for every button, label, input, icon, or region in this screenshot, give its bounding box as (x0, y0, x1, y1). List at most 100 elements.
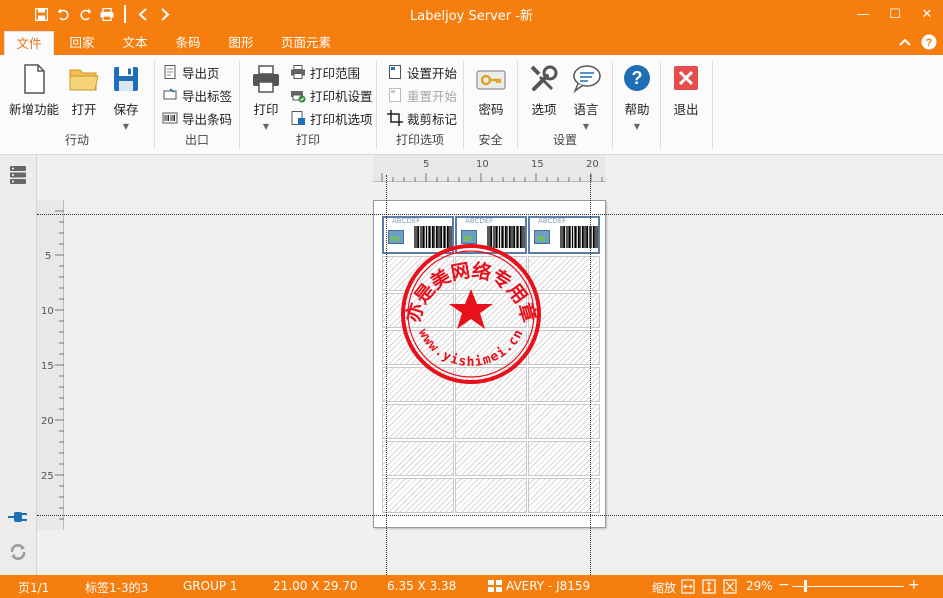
star-icon (449, 289, 493, 329)
folder-icon (68, 63, 100, 95)
status-labels: 标签1-3的3 (85, 581, 149, 595)
password-button[interactable]: 密码 (471, 63, 511, 118)
empty-label-cell[interactable] (455, 478, 527, 513)
barcode-icon (162, 110, 178, 126)
save-disk-icon (110, 63, 142, 95)
minimize-button[interactable]: — (847, 0, 879, 29)
crop-marks-button[interactable]: 裁剪标记 (387, 108, 457, 128)
export-page-button[interactable]: 导出页 (162, 62, 220, 82)
status-group: GROUP 1 (183, 579, 238, 593)
ruler-number: 5 (423, 159, 430, 170)
language-bubble-icon (570, 63, 602, 95)
group-label-action: 行动 (64, 133, 89, 147)
save-button[interactable]: 保存 ▼ (106, 63, 146, 131)
actual-size-icon[interactable] (723, 579, 737, 597)
printer-settings-button[interactable]: 打印机设置 (290, 85, 373, 105)
print-range-icon (290, 64, 306, 80)
exit-icon (670, 63, 702, 95)
new-function-button[interactable]: 新增功能 (8, 63, 60, 118)
language-button[interactable]: 语言 ▼ (566, 63, 606, 131)
horizontal-ruler: 5 10 15 20 (373, 155, 606, 182)
tab-page-elements[interactable]: 页面元素 (272, 31, 340, 55)
layers-icon[interactable] (8, 165, 28, 185)
zoom-out-button[interactable]: − (778, 577, 790, 593)
empty-label-cell[interactable] (382, 441, 454, 476)
tab-home[interactable]: 回家 (60, 31, 104, 55)
status-template[interactable]: AVERY - J8159 (488, 579, 590, 593)
tab-file[interactable]: 文件 (4, 31, 54, 55)
group-action: 新增功能 打开 保存 ▼ 行动 (0, 55, 154, 155)
print-range-button[interactable]: 打印范围 (290, 62, 360, 82)
design-canvas[interactable]: 5 10 15 20 5 10 15 20 25 ABCDEF ABCDEF A… (37, 155, 943, 575)
printer-options-icon (290, 110, 306, 126)
ruler-number: 10 (476, 159, 489, 170)
reset-start-button[interactable]: 重置开始 (387, 85, 457, 105)
status-zoom-label: 缩放 (652, 581, 677, 595)
plug-icon[interactable] (8, 507, 28, 527)
zoom-slider-thumb[interactable] (804, 580, 807, 592)
print-button[interactable]: 打印 ▼ (246, 63, 286, 131)
options-button[interactable]: 选项 (524, 63, 564, 118)
group-label-export: 出口 (184, 133, 209, 147)
grid-icon (488, 580, 502, 592)
empty-label-cell[interactable] (455, 404, 527, 439)
ribbon-controls: ? (897, 34, 937, 50)
margin-guide (37, 515, 943, 516)
status-bar: 页1/1 标签1-3的3 GROUP 1 21.00 X 29.70 6.35 … (0, 575, 943, 598)
exit-label: 退出 (673, 102, 699, 117)
set-start-icon (387, 64, 403, 80)
export-page-label: 导出页 (182, 65, 220, 81)
reset-start-label: 重置开始 (407, 88, 458, 104)
reset-start-icon (387, 87, 403, 103)
export-label-label: 导出标签 (182, 88, 233, 104)
window-title: Labeljoy Server -新 (410, 9, 533, 24)
help-button[interactable]: ? 帮助 ▼ (617, 63, 657, 131)
set-start-button[interactable]: 设置开始 (387, 62, 457, 82)
tools-icon (528, 63, 560, 95)
empty-label-cell[interactable] (455, 441, 527, 476)
fit-width-icon[interactable] (681, 579, 695, 597)
zoom-in-button[interactable]: + (908, 577, 920, 593)
ruler-number: 5 (45, 251, 52, 262)
group-settings: 选项 语言 ▼ 设置 (518, 55, 612, 155)
language-dropdown-icon[interactable]: ▼ (566, 122, 606, 131)
help-dropdown-icon[interactable]: ▼ (617, 122, 657, 131)
printer-options-button[interactable]: 打印机选项 (290, 108, 373, 128)
label-tag: ABCDEF (538, 217, 567, 225)
close-button[interactable]: ✕ (911, 0, 943, 29)
refresh-icon[interactable] (8, 542, 28, 562)
empty-label-cell[interactable] (382, 478, 454, 513)
new-document-icon (18, 63, 50, 95)
zoom-value: 29% (746, 579, 773, 593)
printer-icon (250, 63, 282, 95)
help-label: 帮助 (624, 102, 650, 117)
collapse-ribbon-icon[interactable] (897, 34, 913, 50)
svg-text:?: ? (632, 68, 643, 88)
status-page-size: 21.00 X 29.70 (273, 579, 358, 593)
fit-page-icon[interactable] (702, 579, 716, 597)
print-dropdown-icon[interactable]: ▼ (246, 122, 286, 131)
tab-graphics[interactable]: 图形 (219, 31, 263, 55)
new-function-label: 新增功能 (8, 102, 59, 117)
export-barcode-label: 导出条码 (182, 111, 233, 127)
ruler-number: 10 (41, 306, 54, 317)
maximize-button[interactable]: ☐ (879, 0, 911, 29)
save-dropdown-icon[interactable]: ▼ (106, 122, 146, 131)
crop-marks-label: 裁剪标记 (407, 111, 458, 127)
empty-label-cell[interactable] (382, 404, 454, 439)
group-label-print: 打印 (295, 133, 320, 147)
key-icon (475, 63, 507, 95)
ruler-number: 20 (41, 416, 54, 427)
export-label-button[interactable]: 导出标签 (162, 85, 232, 105)
export-barcode-button[interactable]: 导出条码 (162, 108, 232, 128)
open-label: 打开 (71, 102, 97, 117)
password-label: 密码 (478, 102, 504, 117)
zoom-slider-track[interactable] (792, 586, 904, 587)
tab-text[interactable]: 文本 (113, 31, 157, 55)
group-divider (660, 61, 661, 149)
tab-barcode[interactable]: 条码 (166, 31, 210, 55)
window-controls: — ☐ ✕ (847, 0, 943, 29)
help-circle-icon[interactable]: ? (921, 34, 937, 50)
exit-button[interactable]: 退出 (666, 63, 706, 118)
open-button[interactable]: 打开 (64, 63, 104, 118)
